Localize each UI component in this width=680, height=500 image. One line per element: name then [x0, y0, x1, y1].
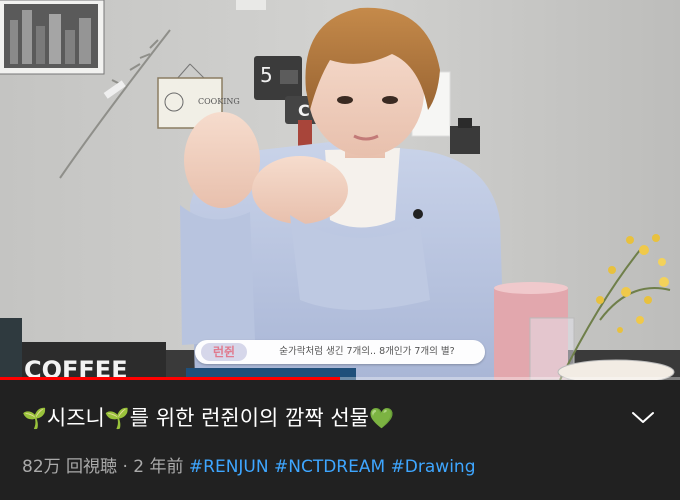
number-plate-sign: 5	[254, 56, 302, 100]
caption-text: 숟가락처럼 생긴 7개의.. 8개인가 7개의 별?	[279, 346, 455, 357]
seedling-emoji-icon: 🌱	[22, 406, 47, 430]
cooking-sign-text: COOKING	[198, 97, 240, 106]
video-player[interactable]: COOKING 5 C COFFEE 런쥔 숟가락처럼 생긴 7개의.. 8개인…	[0, 0, 680, 380]
subtitle-caption: 런쥔 숟가락처럼 생긴 7개의.. 8개인가 7개의 별?	[195, 340, 485, 364]
green-heart-emoji-icon: 💚	[369, 406, 394, 430]
hashtag-drawing[interactable]: #Drawing	[391, 457, 476, 477]
expand-description-button[interactable]	[630, 407, 656, 429]
video-title[interactable]: 🌱시즈니🌱를 위한 런쥔이의 깜짝 선물💚	[22, 403, 622, 433]
video-title-part2: 를 위한 런쥔이의 깜짝 선물	[129, 406, 370, 430]
hashtag-nctdream[interactable]: #NCTDREAM	[274, 457, 385, 477]
meta-separator: ·	[122, 457, 128, 477]
wall-tag	[236, 0, 266, 10]
video-progress-fill	[0, 377, 340, 380]
city-photo-frame	[0, 0, 105, 75]
coffee-sign: COFFEE	[18, 342, 166, 380]
chevron-down-icon	[632, 412, 654, 423]
hashtag-renjun[interactable]: #RENJUN	[189, 457, 269, 477]
seedling-emoji-icon-2: 🌱	[104, 406, 130, 430]
coffee-small-sign-text: C	[298, 101, 310, 120]
video-title-part1: 시즈니	[46, 406, 105, 430]
video-page: COOKING 5 C COFFEE 런쥔 숟가락처럼 생긴 7개의.. 8개인…	[0, 0, 680, 500]
left-shelf	[0, 318, 22, 380]
number-plate-text: 5	[260, 63, 273, 87]
video-frame-illustration: COOKING 5 C COFFEE	[0, 0, 680, 380]
video-info-panel: 🌱시즈니🌱를 위한 런쥔이의 깜짝 선물💚 82万 回視聴 · 2 年前 #RE…	[0, 381, 680, 500]
view-count: 82万 回視聴	[22, 457, 118, 477]
upload-age: 2 年前	[133, 457, 184, 477]
video-metadata: 82万 回視聴 · 2 年前 #RENJUN #NCTDREAM #Drawin…	[22, 455, 662, 479]
caption-speaker-badge: 런쥔	[201, 343, 247, 361]
video-progress-bar[interactable]	[0, 377, 680, 380]
